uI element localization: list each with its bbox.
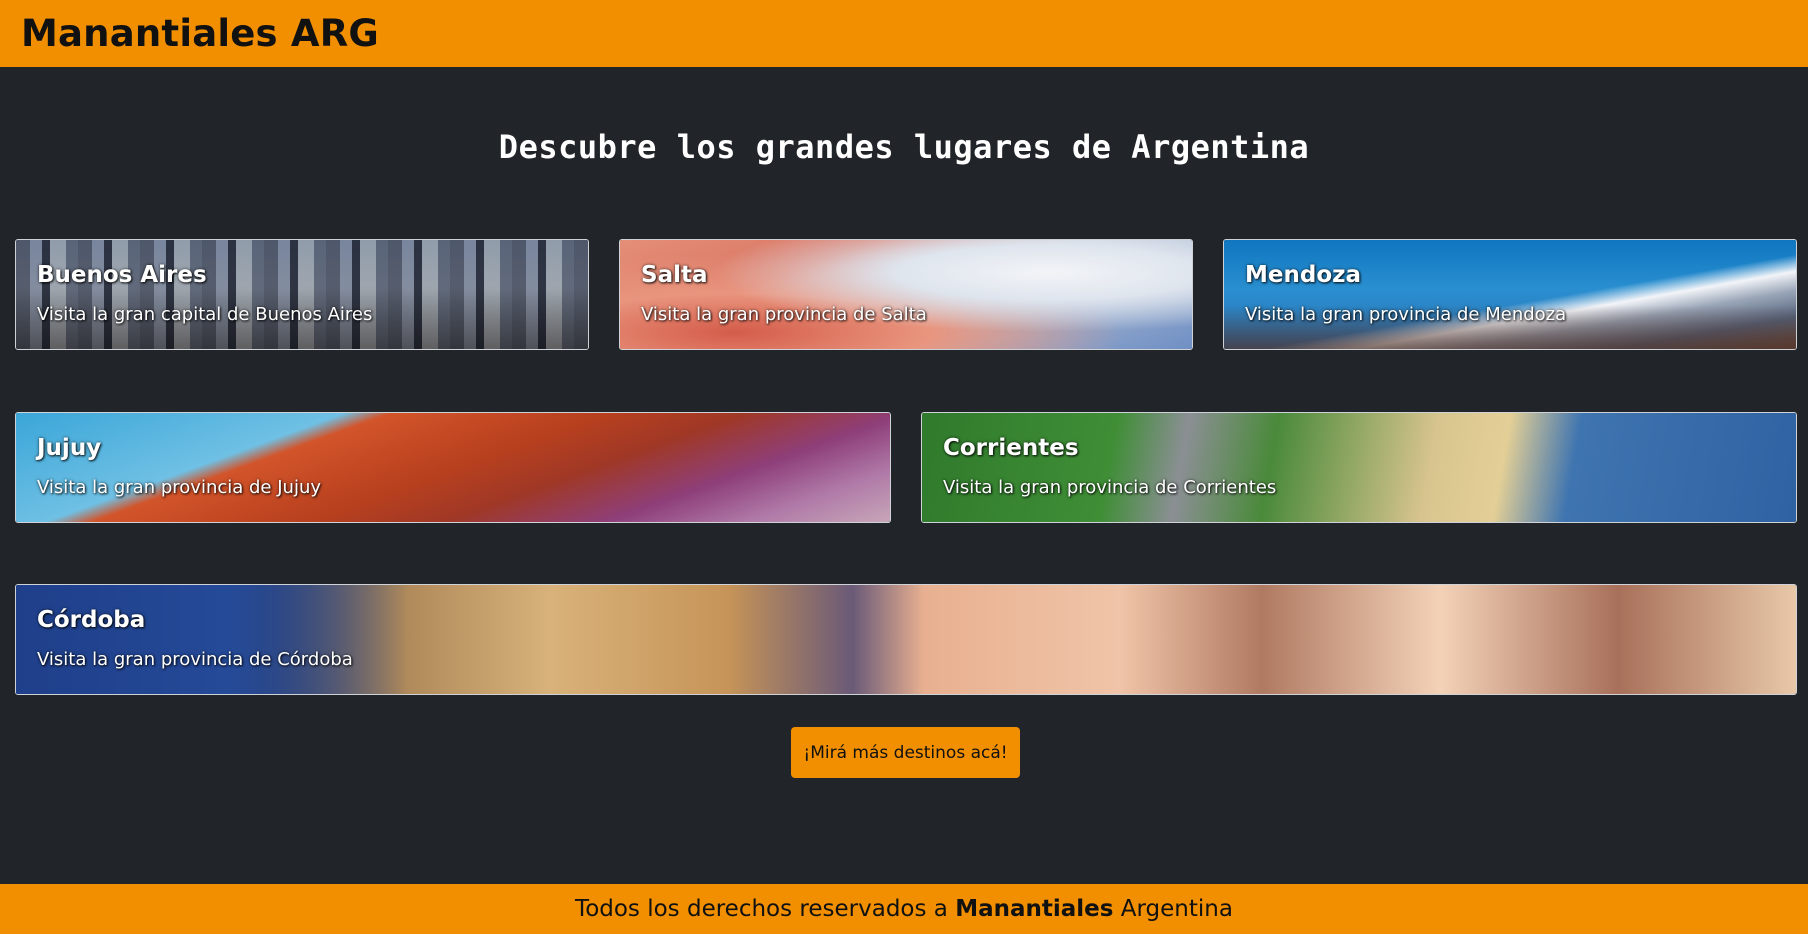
destination-title: Córdoba bbox=[37, 607, 146, 633]
jujuy-image bbox=[16, 413, 890, 522]
destination-subtitle: Visita la gran provincia de Jujuy bbox=[37, 477, 322, 498]
destination-title: Mendoza bbox=[1245, 262, 1362, 288]
cordoba-image bbox=[16, 585, 1796, 694]
page-headline: Descubre los grandes lugares de Argentin… bbox=[498, 128, 1310, 166]
buenos-aires-image bbox=[16, 240, 588, 349]
mendoza-image bbox=[1224, 240, 1796, 349]
destination-title: Corrientes bbox=[943, 435, 1079, 461]
footer-text-suffix: Argentina bbox=[1113, 896, 1233, 922]
destination-subtitle: Visita la gran provincia de Salta bbox=[641, 304, 927, 325]
destination-card-corrientes[interactable]: Corrientes Visita la gran provincia de C… bbox=[921, 412, 1797, 523]
destination-card-buenos-aires[interactable]: Buenos Aires Visita la gran capital de B… bbox=[15, 239, 589, 350]
destination-card-jujuy[interactable]: Jujuy Visita la gran provincia de Jujuy bbox=[15, 412, 891, 523]
brand-logo-text[interactable]: Manantiales ARG bbox=[21, 12, 379, 55]
salta-image bbox=[620, 240, 1192, 349]
footer: Todos los derechos reservados a Manantia… bbox=[0, 884, 1808, 934]
destination-subtitle: Visita la gran capital de Buenos Aires bbox=[37, 304, 373, 325]
destination-title: Buenos Aires bbox=[37, 262, 207, 288]
destination-card-salta[interactable]: Salta Visita la gran provincia de Salta bbox=[619, 239, 1193, 350]
destination-card-cordoba[interactable]: Córdoba Visita la gran provincia de Córd… bbox=[15, 584, 1797, 695]
corrientes-image bbox=[922, 413, 1796, 522]
destination-subtitle: Visita la gran provincia de Corrientes bbox=[943, 477, 1277, 498]
navbar: Manantiales ARG bbox=[0, 0, 1808, 67]
destination-card-mendoza[interactable]: Mendoza Visita la gran provincia de Mend… bbox=[1223, 239, 1797, 350]
more-destinations-button[interactable]: ¡Mirá más destinos acá! bbox=[791, 727, 1020, 778]
footer-brand: Manantiales bbox=[955, 896, 1114, 922]
destination-subtitle: Visita la gran provincia de Córdoba bbox=[37, 649, 353, 670]
destination-title: Salta bbox=[641, 262, 708, 288]
destination-title: Jujuy bbox=[37, 435, 102, 461]
footer-text-prefix: Todos los derechos reservados a bbox=[575, 896, 956, 922]
destination-subtitle: Visita la gran provincia de Mendoza bbox=[1245, 304, 1567, 325]
